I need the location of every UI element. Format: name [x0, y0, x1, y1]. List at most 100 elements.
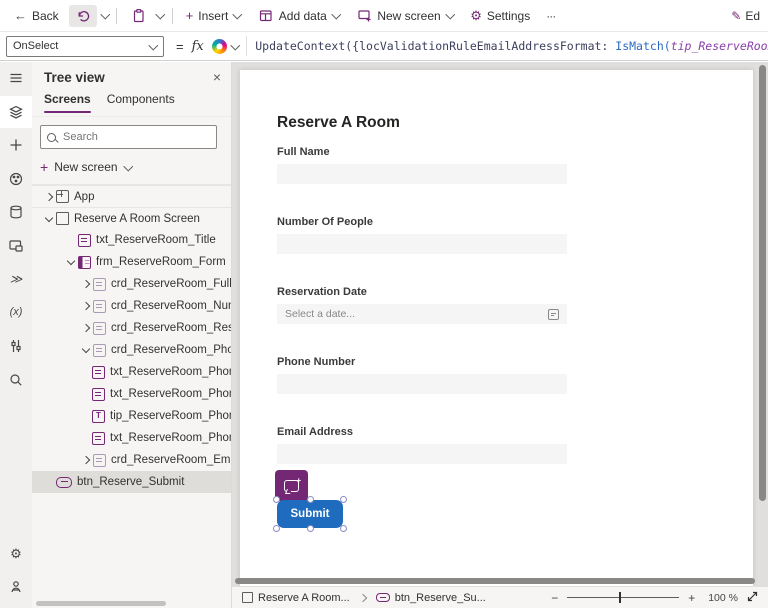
field-input[interactable] — [277, 444, 567, 464]
tree-list: App Reserve A Room Screen txt_ReserveRoo… — [32, 184, 231, 493]
data-icon[interactable] — [0, 196, 32, 228]
tree-item[interactable]: txt_ReserveRoom_Title — [32, 229, 231, 251]
tree-chevron-icon[interactable] — [79, 281, 93, 287]
advanced-tools-icon[interactable] — [0, 330, 32, 362]
tree-item[interactable]: btn_Reserve_Submit — [32, 471, 231, 493]
tree-horizontal-scrollbar[interactable] — [36, 601, 166, 606]
settings-label: Settings — [487, 9, 530, 23]
power-automate-icon[interactable]: ≫ — [0, 263, 32, 295]
tree-search[interactable] — [40, 125, 217, 149]
tree-item[interactable]: frm_ReserveRoom_Form — [32, 251, 231, 273]
resize-handle[interactable] — [273, 525, 280, 532]
screen-title[interactable]: Reserve A Room — [277, 114, 567, 132]
tree-item[interactable]: txt_ReserveRoom_PhoneNumber — [32, 361, 231, 383]
rail-settings-icon[interactable]: ⚙ — [0, 537, 32, 569]
tree-item-label: btn_Reserve_Submit — [77, 476, 184, 488]
label-icon — [92, 366, 105, 379]
new-screen-button[interactable]: New screen — [350, 5, 460, 27]
tree-item[interactable]: crd_ReserveRoom_FullName — [32, 273, 231, 295]
tree-view-icon[interactable] — [0, 96, 32, 128]
canvas-vertical-scrollbar[interactable] — [759, 65, 766, 501]
app-screen[interactable]: Reserve A Room Full Name Number Of Peopl… — [240, 70, 753, 586]
breadcrumb-control[interactable]: btn_Reserve_Su... — [376, 592, 486, 604]
back-button[interactable]: ← Back — [8, 5, 65, 26]
tree-chevron-icon[interactable] — [79, 457, 93, 463]
settings-button[interactable]: ⚙ Settings — [464, 6, 536, 26]
resize-handle[interactable] — [273, 496, 280, 503]
add-data-button[interactable]: Add data — [252, 5, 347, 27]
tree-item[interactable]: Reserve A Room Screen — [32, 207, 231, 229]
resize-handle[interactable] — [340, 496, 347, 503]
submit-button-selection: Submit — [277, 500, 343, 528]
tree-item[interactable]: crd_ReserveRoom_PhoneNumber — [32, 339, 231, 361]
tree-chevron-icon[interactable] — [42, 217, 56, 221]
fit-to-window-icon[interactable] — [747, 591, 758, 605]
tree-item-label: crd_ReserveRoom_PhoneNumber — [111, 344, 231, 356]
tree-chevron-icon[interactable] — [79, 303, 93, 309]
close-icon[interactable]: × — [213, 69, 221, 85]
field-input[interactable]: Select a date... — [277, 304, 567, 324]
pencil-icon: ✎ — [731, 9, 741, 23]
add-data-label: Add data — [279, 9, 327, 23]
property-selector[interactable]: OnSelect — [6, 36, 164, 57]
zoom-slider-thumb[interactable] — [619, 592, 622, 603]
agent-icon[interactable] — [0, 571, 32, 603]
add-comment-button[interactable]: + — [275, 470, 308, 501]
tree-item[interactable]: crd_ReserveRoom_ReservationDate — [32, 317, 231, 339]
formula-input[interactable]: UpdateContext({locValidationRuleEmailAdd… — [255, 39, 768, 53]
new-screen-dropdown[interactable]: + New screen — [32, 156, 231, 178]
insert-button[interactable]: + Insert — [180, 6, 248, 26]
resize-handle[interactable] — [307, 525, 314, 532]
new-screen-label: New screen — [54, 160, 117, 174]
tree-item[interactable]: txt_ReserveRoom_PhoneNumber — [32, 427, 231, 449]
tree-tabs: Screens Components — [32, 92, 231, 117]
undo-menu-chevron-icon[interactable] — [100, 10, 109, 19]
tree-item-label: crd_ReserveRoom_NumberOfPeople — [111, 300, 231, 312]
rail-bottom-group: ⚙ — [0, 537, 32, 604]
screens-icon[interactable] — [0, 230, 32, 262]
tree-item[interactable]: App — [32, 185, 231, 207]
resize-handle[interactable] — [340, 525, 347, 532]
insert-chevron-icon — [233, 10, 242, 19]
breadcrumb-screen[interactable]: Reserve A Room... — [242, 592, 350, 604]
search-icon[interactable] — [0, 364, 32, 396]
paste-menu-chevron-icon[interactable] — [156, 10, 165, 19]
more-commands-button[interactable]: ··· — [540, 6, 561, 26]
paste-button[interactable] — [124, 5, 152, 27]
tree-chevron-icon[interactable] — [64, 260, 78, 264]
field-input[interactable] — [277, 234, 567, 254]
field-input[interactable] — [277, 164, 567, 184]
plus-icon: + — [186, 9, 194, 22]
variables-icon[interactable]: (x) — [0, 297, 32, 329]
resize-handle[interactable] — [307, 496, 314, 503]
tree-item[interactable]: txt_ReserveRoom_PhoneNumber — [32, 383, 231, 405]
menu-icon[interactable] — [0, 62, 32, 94]
app-icon — [56, 190, 69, 203]
undo-button[interactable] — [69, 5, 97, 27]
add-comment-icon: + — [284, 480, 299, 492]
tab-components[interactable]: Components — [107, 92, 175, 116]
card-icon — [93, 454, 106, 467]
submit-button[interactable]: Submit — [277, 500, 343, 528]
zoom-out-button[interactable]: − — [551, 591, 558, 605]
insert-icon[interactable] — [0, 129, 32, 161]
search-input[interactable] — [61, 130, 210, 144]
edit-button[interactable]: ✎ Ed — [731, 9, 760, 23]
new-screen-label: New screen — [377, 9, 440, 23]
calendar-icon[interactable] — [548, 309, 559, 320]
tree-chevron-icon[interactable] — [42, 194, 56, 200]
tree-item[interactable]: crd_ReserveRoom_NumberOfPeople — [32, 295, 231, 317]
copilot-chevron-icon[interactable] — [230, 40, 239, 49]
zoom-in-button[interactable]: + — [688, 591, 695, 605]
field-input[interactable] — [277, 374, 567, 394]
media-icon[interactable] — [0, 163, 32, 195]
add-data-icon — [258, 8, 274, 24]
canvas-horizontal-scrollbar[interactable] — [235, 578, 755, 584]
tab-screens[interactable]: Screens — [44, 92, 91, 116]
copilot-icon[interactable] — [212, 39, 227, 54]
tree-item[interactable]: T tip_ReserveRoom_PhoneNumber — [32, 405, 231, 427]
tree-chevron-icon[interactable] — [79, 325, 93, 331]
tree-item[interactable]: crd_ReserveRoom_EmailAddress — [32, 449, 231, 471]
tree-chevron-icon[interactable] — [79, 348, 93, 352]
zoom-slider[interactable] — [567, 597, 679, 599]
